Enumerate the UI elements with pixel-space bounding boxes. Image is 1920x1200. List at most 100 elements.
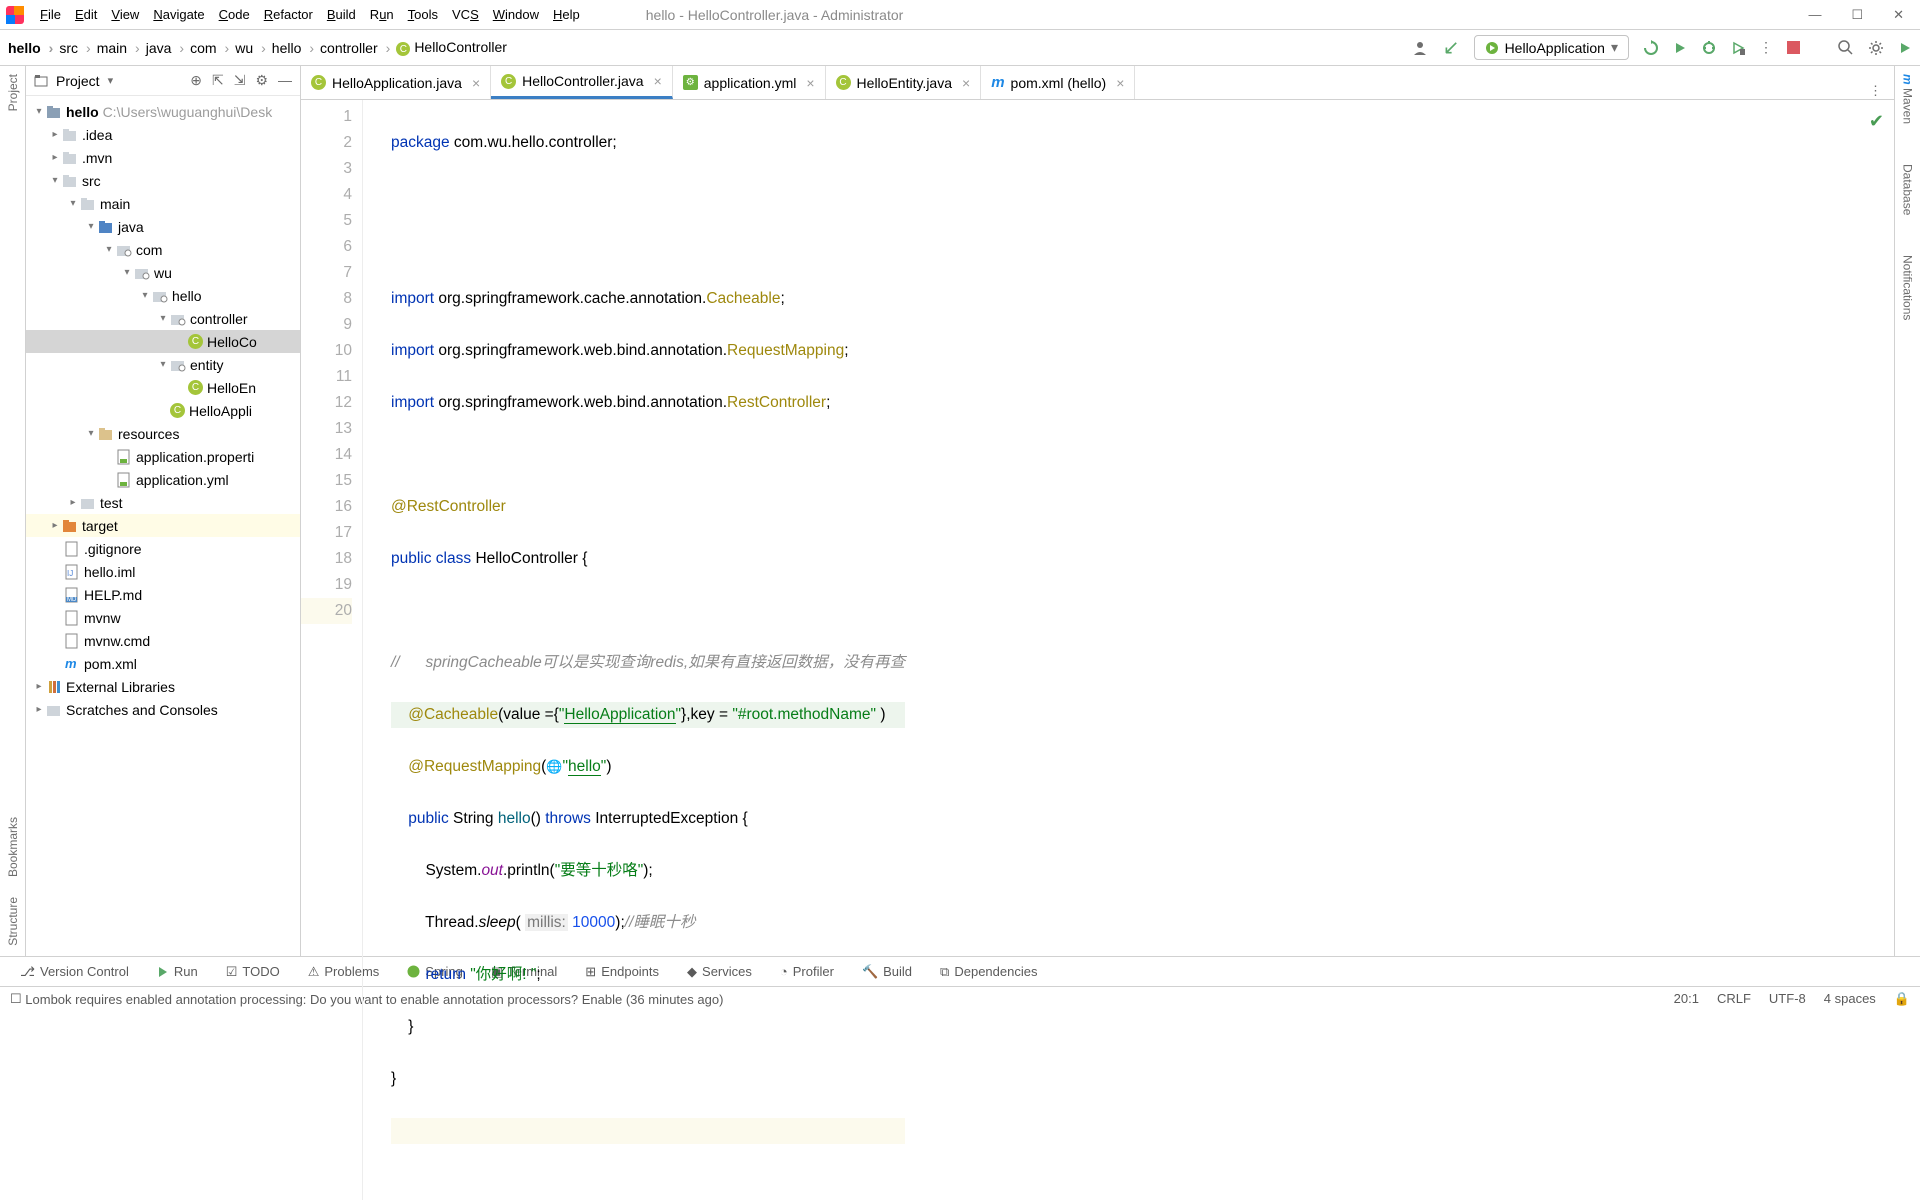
select-opened-icon[interactable]: ⊕ bbox=[190, 72, 202, 89]
tab-applicationyml[interactable]: ⚙application.yml× bbox=[673, 66, 826, 99]
tab-close-icon[interactable]: × bbox=[654, 73, 662, 89]
crumb-java[interactable]: java bbox=[146, 40, 184, 56]
code-content[interactable]: package com.wu.hello.controller; import … bbox=[363, 100, 905, 1200]
rerun-icon[interactable] bbox=[1643, 40, 1659, 56]
menu-build[interactable]: Build bbox=[321, 5, 362, 24]
collapse-all-icon[interactable]: ⇲ bbox=[234, 72, 246, 89]
tab-hellocontroller[interactable]: CHelloController.java× bbox=[491, 66, 673, 99]
tab-more-icon[interactable]: ⋮ bbox=[1857, 83, 1894, 99]
tab-close-icon[interactable]: × bbox=[472, 75, 480, 91]
tree-external[interactable]: ▸External Libraries bbox=[26, 675, 300, 698]
crumb-main[interactable]: main bbox=[97, 40, 140, 56]
search-icon[interactable] bbox=[1838, 40, 1854, 56]
bb-run[interactable]: Run bbox=[147, 964, 208, 979]
tree-appyml[interactable]: application.yml bbox=[26, 468, 300, 491]
tree-entity[interactable]: ▾entity bbox=[26, 353, 300, 376]
menu-code[interactable]: Code bbox=[213, 5, 256, 24]
expand-all-icon[interactable]: ⇱ bbox=[212, 72, 224, 89]
line-numbers: 123 456 789 101112 131415 161718 1920 bbox=[301, 100, 363, 1200]
tab-helloapplication[interactable]: CHelloApplication.java× bbox=[301, 66, 491, 99]
run-anything-icon[interactable] bbox=[1898, 41, 1912, 55]
breadcrumb: hello src main java com wu hello control… bbox=[8, 39, 515, 57]
tool-project[interactable]: Project bbox=[6, 74, 20, 111]
tree-idea[interactable]: ▸.idea bbox=[26, 123, 300, 146]
user-icon[interactable] bbox=[1411, 39, 1429, 57]
minimize-icon[interactable]: ― bbox=[1808, 7, 1821, 23]
profile-icon[interactable]: ⋮ bbox=[1759, 39, 1773, 56]
bb-todo[interactable]: ☑ TODO bbox=[216, 964, 290, 980]
tool-database[interactable]: Database bbox=[1901, 164, 1915, 215]
menu-view[interactable]: View bbox=[105, 5, 145, 24]
crumb-hello[interactable]: hello bbox=[8, 40, 53, 56]
panel-settings-icon[interactable]: ⚙ bbox=[255, 72, 268, 89]
crumb-wu[interactable]: wu bbox=[235, 40, 266, 56]
run-configuration[interactable]: HelloApplication ▾ bbox=[1474, 35, 1629, 60]
svg-text:MD: MD bbox=[67, 597, 77, 603]
coverage-icon[interactable] bbox=[1731, 41, 1745, 55]
tree-src[interactable]: ▾src bbox=[26, 169, 300, 192]
crumb-controller[interactable]: controller bbox=[320, 40, 390, 56]
status-lock-icon[interactable]: 🔒 bbox=[1894, 991, 1910, 1007]
settings-icon[interactable] bbox=[1868, 40, 1884, 56]
tab-close-icon[interactable]: × bbox=[806, 75, 814, 91]
tree-gitignore[interactable]: .gitignore bbox=[26, 537, 300, 560]
tab-close-icon[interactable]: × bbox=[962, 75, 970, 91]
menu-help[interactable]: Help bbox=[547, 5, 586, 24]
tree-test[interactable]: ▸test bbox=[26, 491, 300, 514]
debug-icon[interactable] bbox=[1701, 40, 1717, 56]
tree-hellocontroller[interactable]: CHelloCo bbox=[26, 330, 300, 353]
tree-appprop[interactable]: application.properti bbox=[26, 445, 300, 468]
tree-help[interactable]: MDHELP.md bbox=[26, 583, 300, 606]
tree-root[interactable]: ▾hello C:\Users\wuguanghui\Desk bbox=[26, 100, 300, 123]
tree-target[interactable]: ▸target bbox=[26, 514, 300, 537]
tree-iml[interactable]: IJhello.iml bbox=[26, 560, 300, 583]
tree-wu[interactable]: ▾wu bbox=[26, 261, 300, 284]
close-icon[interactable]: ✕ bbox=[1893, 7, 1904, 23]
crumb-src[interactable]: src bbox=[59, 40, 90, 56]
menu-refactor[interactable]: Refactor bbox=[258, 5, 319, 24]
crumb-hello2[interactable]: hello bbox=[272, 40, 314, 56]
tree-helloentity[interactable]: CHelloEn bbox=[26, 376, 300, 399]
menu-window[interactable]: Window bbox=[487, 5, 545, 24]
status-tip-icon: ☐ bbox=[10, 991, 22, 1007]
tree-scratch[interactable]: ▸Scratches and Consoles bbox=[26, 698, 300, 721]
tree-resources[interactable]: ▾resources bbox=[26, 422, 300, 445]
tree-mvn[interactable]: ▸.mvn bbox=[26, 146, 300, 169]
window-title: hello - HelloController.java - Administr… bbox=[646, 7, 904, 23]
maximize-icon[interactable]: ☐ bbox=[1851, 7, 1863, 23]
tree-main[interactable]: ▾main bbox=[26, 192, 300, 215]
bb-vcs[interactable]: ⎇ Version Control bbox=[10, 964, 139, 980]
tool-notifications[interactable]: Notifications bbox=[1901, 255, 1915, 320]
back-icon[interactable]: ↙ bbox=[1443, 35, 1460, 60]
project-icon bbox=[34, 74, 48, 88]
menu-file[interactable]: File bbox=[34, 5, 67, 24]
tab-close-icon[interactable]: × bbox=[1116, 75, 1124, 91]
panel-hide-icon[interactable]: — bbox=[278, 72, 292, 89]
tab-helloentity[interactable]: CHelloEntity.java× bbox=[826, 66, 982, 99]
tree-mvnw[interactable]: mvnw bbox=[26, 606, 300, 629]
menu-tools[interactable]: Tools bbox=[402, 5, 444, 24]
tree-mvnwcmd[interactable]: mvnw.cmd bbox=[26, 629, 300, 652]
menu-run[interactable]: Run bbox=[364, 5, 400, 24]
menu-edit[interactable]: Edit bbox=[69, 5, 103, 24]
svg-text:m: m bbox=[65, 656, 77, 671]
tool-maven[interactable]: m Maven bbox=[1901, 74, 1915, 124]
tree-controller[interactable]: ▾controller bbox=[26, 307, 300, 330]
tab-pom[interactable]: mpom.xml (hello)× bbox=[981, 66, 1135, 99]
tool-structure[interactable]: Structure bbox=[6, 897, 20, 946]
tree-com[interactable]: ▾com bbox=[26, 238, 300, 261]
run-icon[interactable] bbox=[1673, 41, 1687, 55]
menu-vcs[interactable]: VCS bbox=[446, 5, 485, 24]
code-editor[interactable]: ✔ 123 456 789 101112 131415 161718 1920 … bbox=[301, 100, 1894, 1200]
crumb-class[interactable]: CHelloController bbox=[396, 39, 515, 57]
stop-icon[interactable] bbox=[1787, 41, 1800, 54]
crumb-com[interactable]: com bbox=[190, 40, 229, 56]
panel-title: Project bbox=[56, 73, 100, 89]
tree-hellopkg[interactable]: ▾hello bbox=[26, 284, 300, 307]
tree-helloapp[interactable]: CHelloAppli bbox=[26, 399, 300, 422]
menu-navigate[interactable]: Navigate bbox=[147, 5, 210, 24]
project-tree: ▾hello C:\Users\wuguanghui\Desk ▸.idea ▸… bbox=[26, 96, 300, 956]
tree-java[interactable]: ▾java bbox=[26, 215, 300, 238]
tool-bookmarks[interactable]: Bookmarks bbox=[6, 817, 20, 877]
tree-pom[interactable]: mpom.xml bbox=[26, 652, 300, 675]
